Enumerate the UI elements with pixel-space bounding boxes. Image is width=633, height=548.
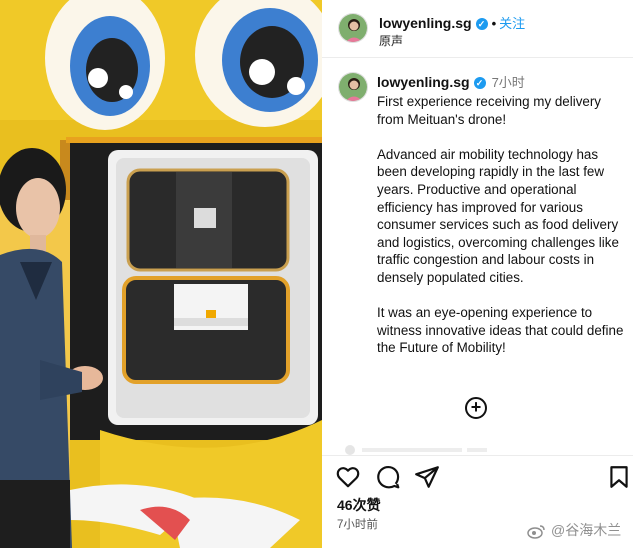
heart-icon[interactable]: [335, 464, 361, 490]
avatar-image: [339, 14, 367, 42]
posted-time: 7小时前: [337, 519, 378, 531]
post-caption: First experience receiving my delivery f…: [377, 93, 625, 375]
header-username[interactable]: lowyenling.sg: [379, 15, 472, 31]
bookmark-icon[interactable]: [606, 464, 632, 490]
follow-button[interactable]: 关注: [499, 16, 525, 31]
separator-dot: •: [491, 16, 497, 31]
header-username-row: lowyenling.sg ✓ • 关注: [379, 13, 525, 32]
verified-badge-icon: ✓: [473, 77, 486, 89]
original-audio-label[interactable]: 原声: [379, 32, 403, 49]
comment-icon[interactable]: [375, 464, 401, 490]
post-photo[interactable]: [0, 0, 322, 548]
avatar[interactable]: [338, 13, 368, 43]
weibo-logo-icon: [527, 525, 545, 539]
action-bar: [322, 455, 633, 496]
send-icon[interactable]: [414, 464, 440, 490]
post-header: lowyenling.sg ✓ • 关注 原声: [322, 0, 633, 58]
post-time: 7小时: [491, 75, 525, 90]
caption-paragraph: Advanced air mobility technology has bee…: [377, 146, 619, 285]
likes-count[interactable]: 46次赞: [337, 495, 381, 515]
watermark-text: @谷海木兰: [551, 522, 622, 538]
post-username[interactable]: lowyenling.sg: [377, 74, 470, 90]
post-author-row: lowyenling.sg ✓ 7小时: [377, 72, 525, 91]
caption-paragraph: It was an eye-opening experience to witn…: [377, 305, 624, 356]
verified-badge-icon: ✓: [475, 18, 488, 30]
photo-drone-delivery-station: [0, 0, 322, 548]
plus-circle-icon[interactable]: +: [465, 397, 487, 419]
caption-paragraph: First experience receiving my delivery f…: [377, 94, 601, 127]
post-detail-panel: lowyenling.sg ✓ • 关注 原声 lowyenling.sg ✓ 7小时 F…: [322, 0, 633, 548]
watermark: @谷海木兰: [527, 520, 621, 540]
post-avatar[interactable]: [338, 72, 368, 102]
avatar-image: [339, 73, 367, 101]
faded-comment-row: [345, 445, 487, 455]
